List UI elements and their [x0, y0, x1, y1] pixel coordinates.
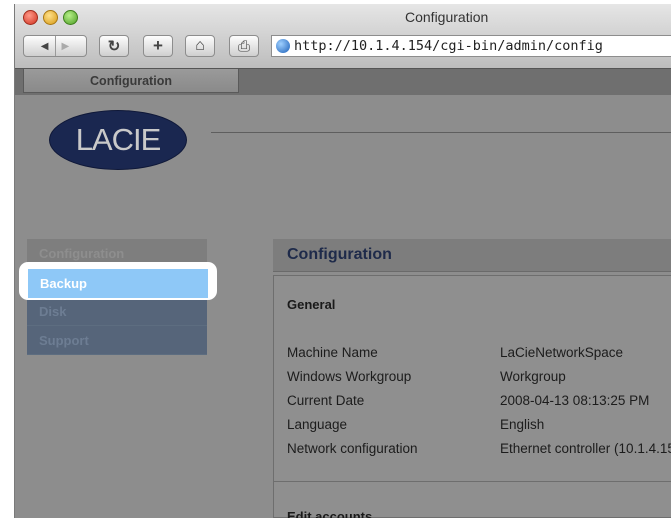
back-arrow-icon[interactable]: ◀ — [41, 41, 49, 52]
address-bar[interactable]: http://10.1.4.154/cgi-bin/admin/config — [271, 35, 671, 57]
back-forward-buttons[interactable]: ◀ ▶ — [23, 35, 87, 57]
sidebar-item-support[interactable]: Support — [27, 326, 207, 355]
close-window-button[interactable] — [23, 10, 38, 25]
home-button[interactable]: ⌂ — [185, 35, 215, 57]
row-key: Language — [287, 417, 348, 432]
content-title: Configuration — [273, 239, 671, 272]
lacie-logo: LACIE — [49, 110, 187, 170]
home-icon: ⌂ — [195, 37, 205, 54]
print-icon: ⎙ — [237, 37, 250, 55]
tab-bar: Configuration — [15, 68, 671, 96]
zoom-window-button[interactable] — [63, 10, 78, 25]
globe-icon — [276, 39, 290, 53]
row-key: Machine Name — [287, 345, 378, 360]
tab-configuration[interactable]: Configuration — [23, 69, 239, 93]
button-divider — [54, 36, 56, 56]
window-title: Configuration — [405, 9, 489, 25]
row-value: LaCieNetworkSpace — [500, 345, 624, 360]
general-section-title: General — [287, 297, 336, 312]
info-row: Windows Workgroup Workgroup — [287, 369, 671, 389]
row-value: English — [500, 417, 545, 432]
header-divider — [211, 132, 671, 133]
info-row: Language English — [287, 417, 671, 437]
edit-accounts-title: Edit accounts — [287, 509, 373, 518]
browser-chrome: Configuration ◀ ▶ ↻ + ⌂ ⎙ http://10.1.4.… — [15, 4, 671, 68]
url-text[interactable]: http://10.1.4.154/cgi-bin/admin/config — [294, 38, 603, 54]
row-value: Workgroup — [500, 369, 566, 384]
main-content: Configuration General Machine Name LaCie… — [273, 239, 671, 518]
section-divider — [274, 481, 671, 482]
minimize-window-button[interactable] — [43, 10, 58, 25]
reload-button[interactable]: ↻ — [99, 35, 129, 57]
row-key: Network configuration — [287, 441, 418, 456]
info-row: Network configuration Ethernet controlle… — [287, 441, 671, 461]
print-button[interactable]: ⎙ — [229, 35, 259, 57]
forward-arrow-icon[interactable]: ▶ — [62, 41, 70, 52]
sidebar-item-disk[interactable]: Disk — [27, 297, 207, 326]
reload-icon: ↻ — [107, 38, 121, 55]
row-value: Ethernet controller (10.1.4.154) — [500, 441, 671, 456]
info-row: Current Date 2008-04-13 08:13:25 PM — [287, 393, 671, 413]
info-row: Machine Name LaCieNetworkSpace — [287, 345, 671, 365]
row-key: Windows Workgroup — [287, 369, 412, 384]
browser-window: Configuration ◀ ▶ ↻ + ⌂ ⎙ http://10.1.4.… — [14, 4, 671, 518]
add-bookmark-button[interactable]: + — [143, 35, 173, 57]
config-panel: General Machine Name LaCieNetworkSpace W… — [273, 275, 671, 518]
plus-icon: + — [153, 36, 163, 55]
web-page: LACIE Configuration Disk Support Backup … — [15, 95, 671, 518]
row-key: Current Date — [287, 393, 365, 408]
sidebar-item-backup[interactable]: Backup — [28, 269, 208, 298]
row-value: 2008-04-13 08:13:25 PM — [500, 393, 650, 408]
